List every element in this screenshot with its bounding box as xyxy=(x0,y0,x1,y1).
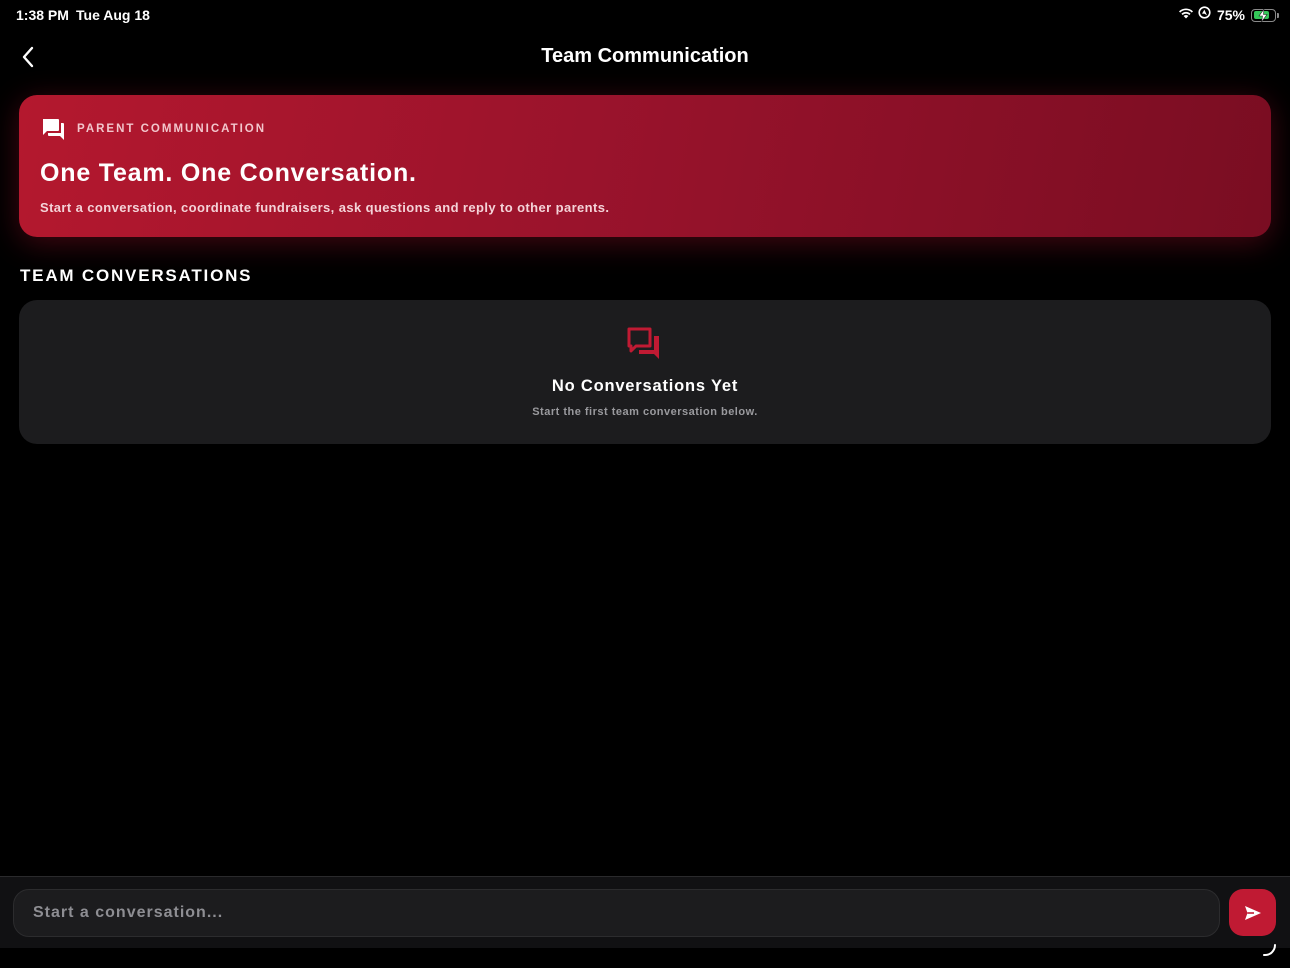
loading-spinner-icon xyxy=(1262,943,1278,962)
hero-title: One Team. One Conversation. xyxy=(40,159,417,187)
hero-eyebrow: PARENT COMMUNICATION xyxy=(77,123,267,135)
location-icon xyxy=(1198,6,1211,24)
empty-state-subtitle: Start the first team conversation below. xyxy=(532,406,758,418)
battery-icon xyxy=(1251,8,1279,22)
empty-state-title: No Conversations Yet xyxy=(551,377,739,395)
wifi-icon xyxy=(1178,6,1194,24)
section-title: TEAM CONVERSATIONS xyxy=(20,266,253,285)
hero-card: PARENT COMMUNICATION One Team. One Conve… xyxy=(19,95,1271,237)
status-date: Tue Aug 18 xyxy=(76,7,150,23)
status-bar: 1:38 PM Tue Aug 18 75% xyxy=(0,0,1290,32)
empty-state-card: No Conversations Yet Start the first tea… xyxy=(19,300,1271,444)
composer-bar xyxy=(0,876,1290,948)
status-time: 1:38 PM xyxy=(16,7,69,23)
chat-bubble-icon xyxy=(41,117,65,146)
battery-percent: 75% xyxy=(1216,7,1245,23)
send-button[interactable] xyxy=(1229,889,1276,936)
page-title: Team Communication xyxy=(541,45,749,67)
chat-bubbles-icon xyxy=(626,326,662,365)
conversation-input[interactable] xyxy=(13,889,1220,937)
hero-subtitle: Start a conversation, coordinate fundrai… xyxy=(40,200,610,215)
send-icon xyxy=(1244,905,1261,920)
status-indicators: 75% xyxy=(1178,6,1279,24)
charging-bolt-icon xyxy=(1258,8,1268,22)
